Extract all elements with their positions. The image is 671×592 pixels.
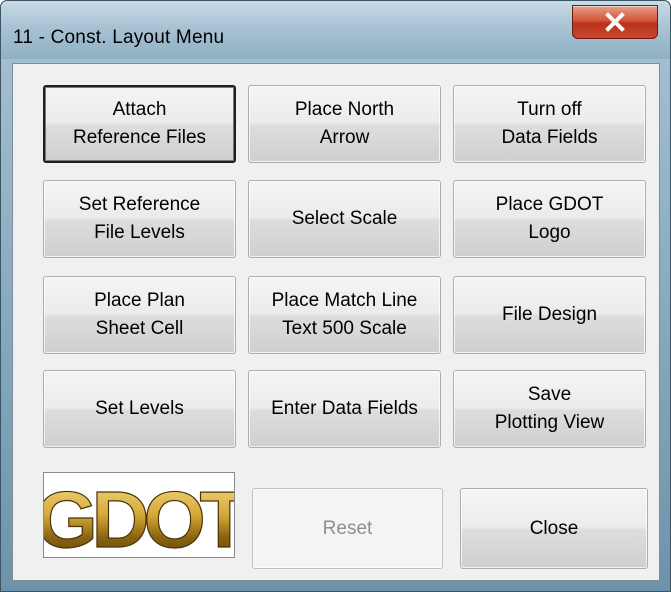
dialog-client-area: Attach Reference Files Place North Arrow… xyxy=(12,63,660,581)
gdot-logo-text: GDOT xyxy=(44,475,234,557)
set-levels-button[interactable]: Set Levels xyxy=(43,370,236,448)
place-gdot-logo-button[interactable]: Place GDOT Logo xyxy=(453,180,646,258)
save-plotting-view-button[interactable]: Save Plotting View xyxy=(453,370,646,448)
close-button[interactable]: Close xyxy=(460,488,648,569)
place-match-line-button[interactable]: Place Match Line Text 500 Scale xyxy=(248,276,441,354)
set-reference-file-levels-button[interactable]: Set Reference File Levels xyxy=(43,180,236,258)
file-design-button[interactable]: File Design xyxy=(453,276,646,354)
gdot-logo-image: GDOT xyxy=(35,474,255,564)
dialog-window: 11 - Const. Layout Menu Attach Reference… xyxy=(0,0,671,592)
place-north-arrow-button[interactable]: Place North Arrow xyxy=(248,85,441,163)
title-bar[interactable]: 11 - Const. Layout Menu xyxy=(1,1,670,59)
close-icon xyxy=(605,12,625,32)
gdot-logo: GDOT xyxy=(35,472,255,565)
attach-reference-files-button[interactable]: Attach Reference Files xyxy=(43,85,236,163)
place-plan-sheet-cell-button[interactable]: Place Plan Sheet Cell xyxy=(43,276,236,354)
window-title: 11 - Const. Layout Menu xyxy=(13,27,225,48)
enter-data-fields-button[interactable]: Enter Data Fields xyxy=(248,370,441,448)
window-close-button[interactable] xyxy=(572,5,658,39)
turn-off-data-fields-button[interactable]: Turn off Data Fields xyxy=(453,85,646,163)
select-scale-button[interactable]: Select Scale xyxy=(248,180,441,258)
reset-button[interactable]: Reset xyxy=(252,488,443,569)
